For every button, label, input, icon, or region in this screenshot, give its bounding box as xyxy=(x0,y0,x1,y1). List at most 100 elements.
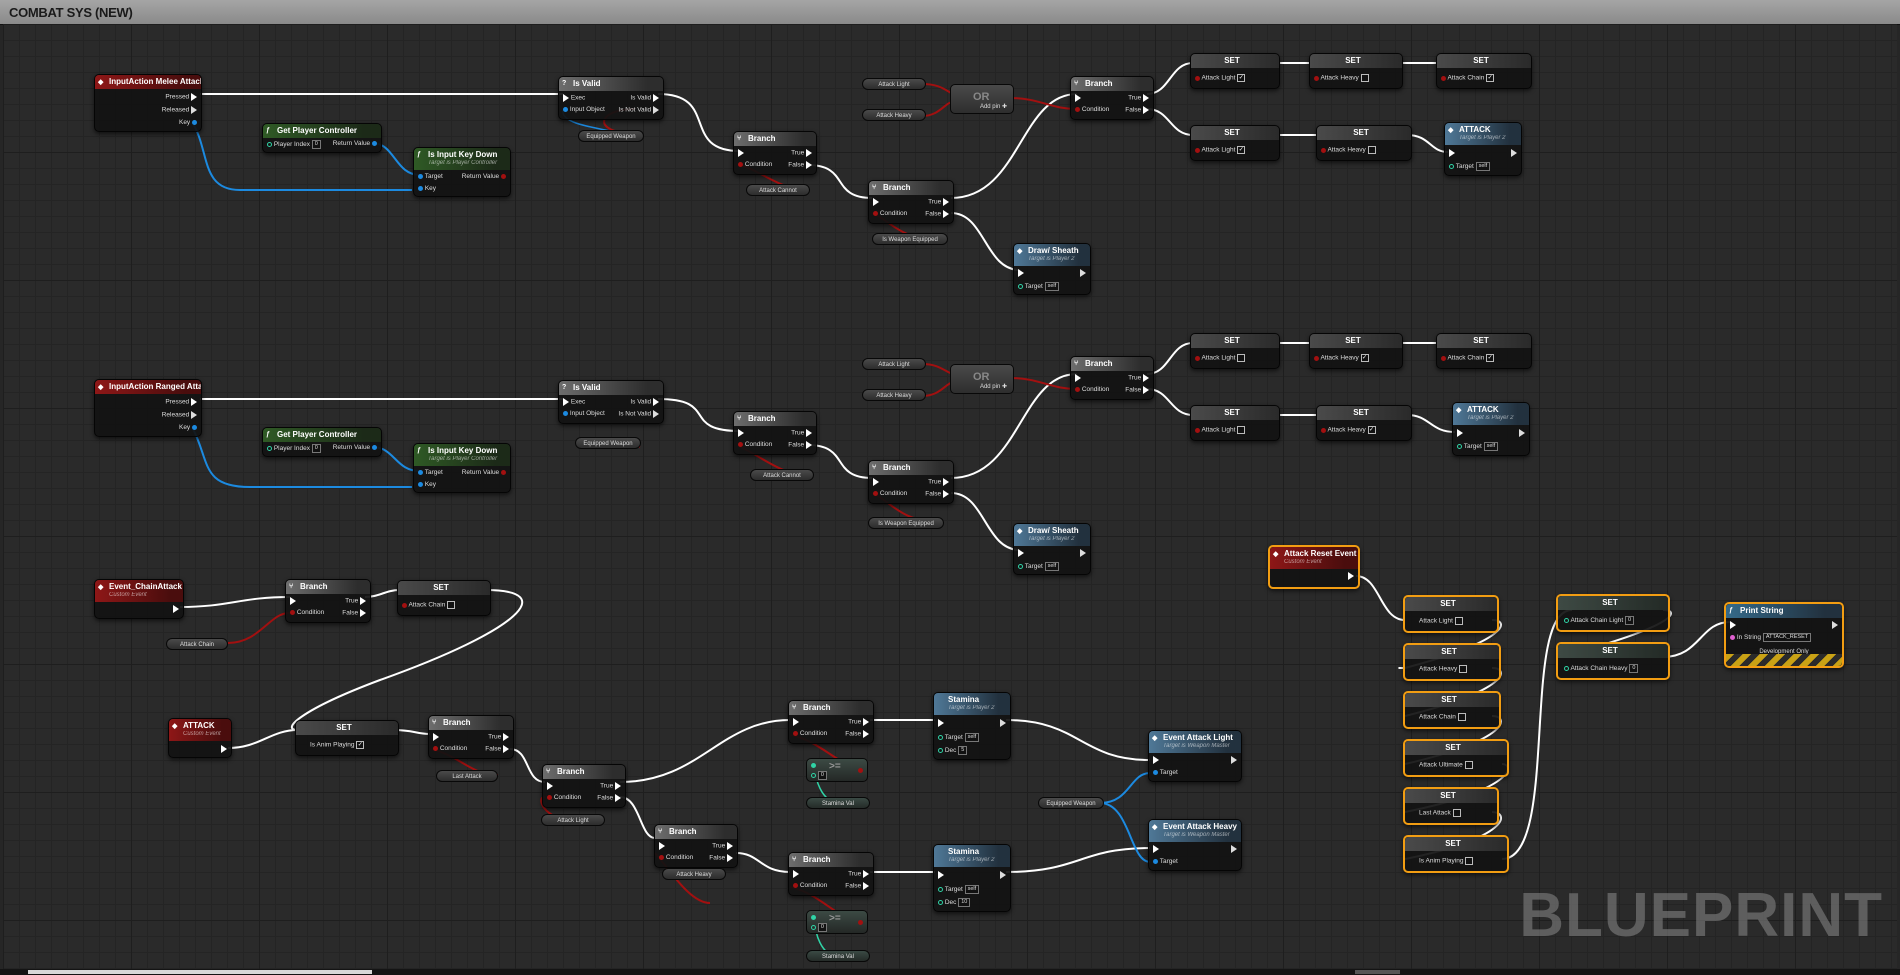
add-pin-button[interactable]: Add pin ✚ xyxy=(980,103,1007,110)
exec-in-pin[interactable] xyxy=(547,782,553,790)
exec-in-pin[interactable] xyxy=(738,429,744,437)
true-pin[interactable]: True xyxy=(791,149,812,157)
attack-reset-event-node[interactable]: ◆ Attack Reset Event Custom Event xyxy=(1268,545,1360,589)
in-string-pin[interactable]: In String ATTACK_RESET xyxy=(1730,633,1812,642)
set-attack-heavy-node[interactable]: SET Attack Heavy xyxy=(1309,53,1403,89)
attack-chain-light-pin[interactable]: Attack Chain Light 0 xyxy=(1564,616,1635,625)
return-value-pin[interactable]: Return Value xyxy=(333,444,377,451)
exec-out-pin[interactable] xyxy=(221,745,227,753)
get-player-controller-node[interactable]: ƒ Get Player Controller Player Index 0 Re… xyxy=(262,123,382,153)
target-pin[interactable]: Target self xyxy=(1018,282,1060,291)
is-weapon-equipped-getter[interactable]: Is Weapon Equipped xyxy=(868,517,944,529)
false-pin[interactable]: False xyxy=(709,854,733,862)
event-attack-heavy-node[interactable]: ◆ Event Attack Heavy Target is Weapon Mast… xyxy=(1148,819,1242,871)
false-pin[interactable]: False xyxy=(845,882,869,890)
exec-in-pin[interactable] xyxy=(793,718,799,726)
dec-pin[interactable]: Dec 5 xyxy=(938,746,968,755)
true-pin[interactable]: True xyxy=(848,718,869,726)
exec-in-pin[interactable] xyxy=(873,478,879,486)
pressed-pin[interactable]: Pressed xyxy=(165,398,197,406)
set-attack-light-node[interactable]: SET Attack Light xyxy=(1403,595,1499,633)
checkbox[interactable] xyxy=(1465,857,1474,865)
branch-node[interactable]: ⑂ Branch True Condition False xyxy=(654,824,738,868)
exec-in-pin[interactable] xyxy=(1075,94,1081,102)
true-pin[interactable]: True xyxy=(1128,374,1149,382)
branch-node[interactable]: ⑂ Branch True Condition False xyxy=(733,131,817,175)
attack-cannot-getter[interactable]: Attack Cannot xyxy=(746,184,810,196)
attack-chain-pin[interactable]: Attack Chain ✓ xyxy=(1441,354,1495,362)
condition-pin[interactable]: Condition xyxy=(1075,106,1109,113)
branch-node[interactable]: ⑂ Branch True Condition False xyxy=(285,579,371,623)
attack-heavy-pin[interactable]: Attack Heavy ✓ xyxy=(1321,426,1376,434)
or-node[interactable]: OR Add pin ✚ xyxy=(950,364,1014,394)
checkbox[interactable]: ✓ xyxy=(1237,74,1246,82)
draw-sheath-node[interactable]: ◆ Draw/ Sheath Target is Player 2 Target s… xyxy=(1013,523,1091,575)
branch-node[interactable]: ⑂ Branch True Condition False xyxy=(733,411,817,455)
condition-pin[interactable]: Condition xyxy=(738,441,772,448)
set-attack-chain-heavy-node[interactable]: SET Attack Chain Heavy 0 xyxy=(1556,642,1670,680)
exec-in-pin[interactable] xyxy=(793,870,799,878)
true-pin[interactable]: True xyxy=(791,429,812,437)
false-pin[interactable]: False xyxy=(925,490,949,498)
false-pin[interactable]: False xyxy=(788,441,812,449)
scrollbar-thumb[interactable] xyxy=(28,970,372,974)
exec-in-pin[interactable] xyxy=(938,871,944,879)
exec-out-pin[interactable] xyxy=(1080,269,1086,277)
attack-heavy-pin[interactable]: Attack Heavy ✓ xyxy=(1314,354,1369,362)
set-is-anim-playing-node[interactable]: SET Is Anim Playing ✓ xyxy=(295,720,399,756)
draw-sheath-node[interactable]: ◆ Draw/ Sheath Target is Player 2 Target s… xyxy=(1013,243,1091,295)
exec-in-pin[interactable] xyxy=(1153,845,1159,853)
key-pin[interactable]: Key xyxy=(179,119,197,126)
key-pin[interactable]: Key xyxy=(418,185,436,192)
condition-pin[interactable]: Condition xyxy=(738,161,772,168)
checkbox[interactable] xyxy=(1360,74,1369,82)
exec-in-pin[interactable] xyxy=(738,149,744,157)
set-attack-chain-node[interactable]: SET Attack Chain xyxy=(1403,691,1501,729)
false-pin[interactable]: False xyxy=(845,730,869,738)
return-value-pin[interactable]: Return Value xyxy=(462,469,506,476)
stamina-function-node[interactable]: Stamina Target is Player 2 Target self De… xyxy=(933,692,1011,760)
attack-function-node[interactable]: ◆ ATTACK Target is Player 2 Target self xyxy=(1452,402,1530,456)
true-pin[interactable]: True xyxy=(600,782,621,790)
target-pin[interactable]: Target xyxy=(418,173,443,180)
in-string-input[interactable]: ATTACK_RESET xyxy=(1762,633,1812,642)
target-pin[interactable]: Target self xyxy=(1457,442,1499,451)
false-pin[interactable]: False xyxy=(342,609,366,617)
set-attack-light-node[interactable]: SET Attack Light xyxy=(1190,333,1280,369)
condition-pin[interactable]: Condition xyxy=(873,210,907,217)
is-valid-pin[interactable]: Is Valid xyxy=(630,94,659,102)
exec-in-pin[interactable] xyxy=(1018,269,1024,277)
checkbox[interactable]: ✓ xyxy=(1360,354,1369,362)
attack-light-pin[interactable]: Attack Light xyxy=(1419,617,1463,625)
pressed-pin[interactable]: Pressed xyxy=(165,93,197,101)
event-attack-light-node[interactable]: ◆ Event Attack Light Target is Weapon Mast… xyxy=(1148,730,1242,782)
exec-out-pin[interactable] xyxy=(1511,149,1517,157)
input-object-pin[interactable]: Input Object xyxy=(563,106,605,113)
checkbox[interactable] xyxy=(1237,354,1246,362)
true-pin[interactable]: True xyxy=(488,733,509,741)
is-valid-node[interactable]: ? Is Valid Exec Is Valid Input Object Is … xyxy=(558,76,664,120)
checkbox[interactable]: ✓ xyxy=(1367,426,1376,434)
checkbox[interactable] xyxy=(447,601,456,609)
branch-node[interactable]: ⑂ Branch True Condition False xyxy=(868,180,954,224)
checkbox[interactable]: ✓ xyxy=(1486,74,1495,82)
branch-node[interactable]: ⑂ Branch True Condition False xyxy=(428,715,514,759)
exec-out-pin[interactable] xyxy=(1000,871,1006,879)
condition-pin[interactable]: Condition xyxy=(793,882,827,889)
is-input-key-down-node[interactable]: ƒ Is Input Key Down Target is Player Contr… xyxy=(413,443,511,493)
is-valid-pin[interactable]: Is Valid xyxy=(630,398,659,406)
is-weapon-equipped-getter[interactable]: Is Weapon Equipped xyxy=(872,233,948,245)
equipped-weapon-getter[interactable]: Equipped Weapon xyxy=(575,437,641,449)
equipped-weapon-getter[interactable]: Equipped Weapon xyxy=(578,130,644,142)
return-value-pin[interactable]: Return Value xyxy=(333,140,377,147)
set-attack-light-node[interactable]: SET Attack Light xyxy=(1190,405,1280,441)
set-attack-light-node[interactable]: SET Attack Light ✓ xyxy=(1190,125,1280,161)
attack-chain-pin[interactable]: Attack Chain xyxy=(1419,713,1466,721)
false-pin[interactable]: False xyxy=(597,794,621,802)
attack-light-getter[interactable]: Attack Light xyxy=(862,78,926,90)
attack-cannot-getter[interactable]: Attack Cannot xyxy=(750,469,814,481)
attack-light-getter[interactable]: Attack Light xyxy=(862,358,926,370)
exec-out-pin[interactable] xyxy=(1231,756,1237,764)
false-pin[interactable]: False xyxy=(788,161,812,169)
return-value-pin[interactable]: Return Value xyxy=(462,173,506,180)
